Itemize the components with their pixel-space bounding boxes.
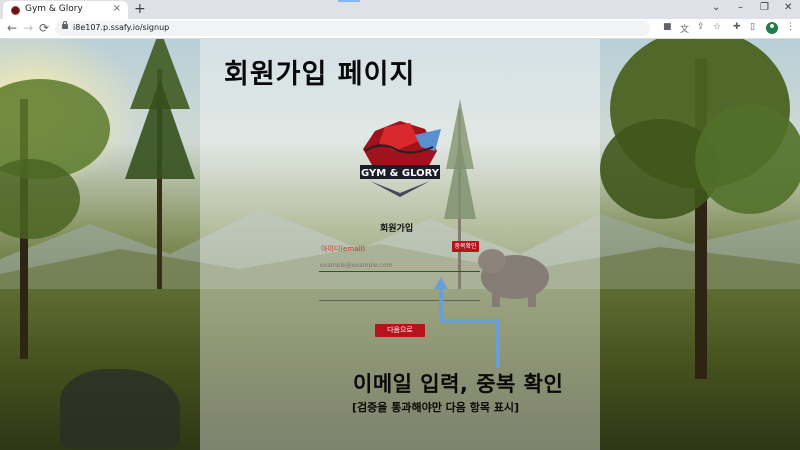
- form-title: 회원가입: [380, 224, 414, 234]
- tab-close-icon[interactable]: ×: [113, 3, 121, 14]
- browser-tab[interactable]: Gym & Glory ×: [3, 1, 128, 19]
- next-button[interactable]: 다음으로: [375, 324, 425, 337]
- profile-avatar[interactable]: [766, 22, 778, 34]
- extensions-icon[interactable]: ✚: [733, 22, 741, 32]
- forward-icon[interactable]: →: [23, 21, 33, 35]
- annotation-subtitle: [검증을 통과해야만 다음 항목 표시]: [352, 401, 520, 414]
- side-panel-icon[interactable]: ▯: [750, 22, 755, 32]
- lock-icon[interactable]: [62, 21, 68, 29]
- large-tree: [600, 39, 800, 379]
- email-input[interactable]: [319, 259, 480, 272]
- restore-button[interactable]: ❐: [760, 2, 769, 13]
- back-icon[interactable]: ←: [7, 21, 17, 35]
- pine-tree: [125, 39, 195, 289]
- logo-text: GYM & GLORY: [361, 168, 440, 179]
- share-icon[interactable]: ⇪: [697, 22, 705, 32]
- tab-title: Gym & Glory: [25, 4, 83, 14]
- tab-accent-bar: [338, 0, 360, 2]
- left-tree: [0, 79, 110, 359]
- browser-toolbar: ← → ⟳ i8e107.p.ssafy.io/signup ■ 文 ⇪ ☆ ✚…: [0, 19, 800, 39]
- check-duplicate-button[interactable]: 중복확인: [452, 241, 479, 252]
- bookmark-star-icon[interactable]: ☆: [713, 22, 721, 32]
- url-text[interactable]: i8e107.p.ssafy.io/signup: [73, 23, 169, 32]
- menu-kebab-icon[interactable]: ⋮: [786, 22, 795, 32]
- gym-glory-logo: GYM & GLORY: [360, 121, 441, 197]
- translate-icon[interactable]: 文: [680, 22, 689, 35]
- close-window-button[interactable]: ✕: [784, 2, 792, 13]
- annotation-title: 이메일 입력, 중복 확인: [353, 372, 564, 396]
- new-tab-button[interactable]: +: [134, 1, 146, 17]
- minimize-button[interactable]: –: [738, 2, 743, 13]
- rock: [60, 369, 180, 449]
- reload-icon[interactable]: ⟳: [39, 21, 49, 35]
- tab-search-icon[interactable]: ⌄: [712, 2, 720, 13]
- id-email-label: 아이디(email): [321, 245, 366, 253]
- favicon-icon: [11, 6, 20, 15]
- tab-bar: Gym & Glory × + ⌄ – ❐ ✕: [0, 0, 800, 19]
- address-bar[interactable]: i8e107.p.ssafy.io/signup: [55, 21, 650, 36]
- annotation-arrow-icon: [434, 277, 500, 368]
- camera-icon[interactable]: ■: [663, 22, 672, 32]
- page-title: 회원가입 페이지: [224, 59, 416, 90]
- page-viewport: 회원가입 페이지 GYM & GLORY 회원가입 아이디(email) 중복확…: [0, 39, 800, 450]
